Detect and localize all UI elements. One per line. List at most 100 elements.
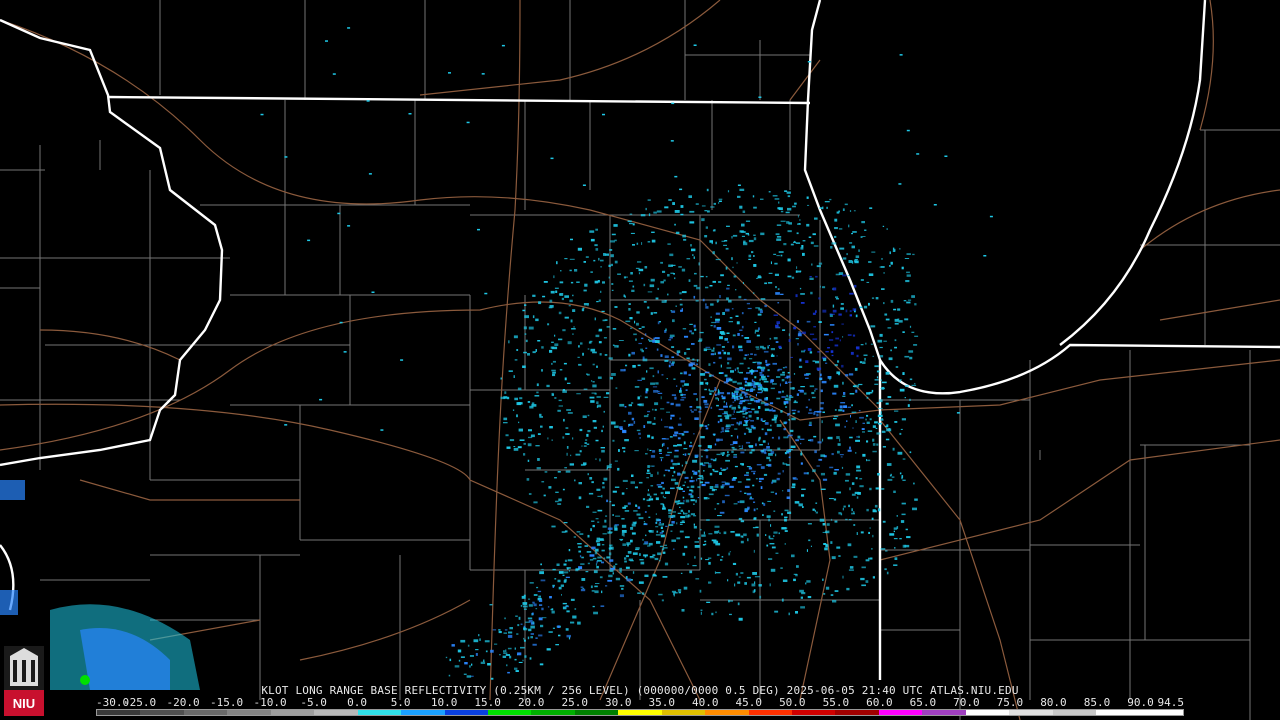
echo-pixel <box>859 416 864 419</box>
echo-pixel <box>594 280 599 284</box>
echo-pixel <box>602 482 605 485</box>
echo-pixel <box>593 570 598 574</box>
echo-pixel <box>577 621 581 625</box>
echo-pixel <box>831 518 833 521</box>
echo-pixel <box>559 369 563 371</box>
echo-pixel <box>729 317 733 319</box>
echo-pixel <box>528 598 531 600</box>
echo-pixel <box>689 330 692 333</box>
echo-pixel <box>775 324 779 328</box>
echo-pixel <box>834 218 838 222</box>
echo-pixel <box>655 526 659 528</box>
echo-pixel <box>678 591 681 594</box>
echo-pixel <box>854 260 859 264</box>
echo-pixel <box>618 340 624 341</box>
colorbar-segment <box>922 710 966 715</box>
echo-pixel <box>760 486 763 489</box>
echo-pixel <box>700 529 702 531</box>
echo-pixel <box>834 409 837 411</box>
echo-pixel <box>794 202 797 205</box>
echo-pixel <box>720 364 722 368</box>
echo-pixel <box>697 340 702 342</box>
echo-pixel <box>842 409 845 412</box>
echo-pixel <box>890 261 893 265</box>
echo-pixel <box>680 516 686 519</box>
echo-pixel <box>848 224 850 228</box>
echo-pixel <box>718 408 724 411</box>
echo-pixel <box>761 369 765 372</box>
echo-pixel <box>899 388 905 392</box>
echo-pixel <box>899 54 903 56</box>
echo-pixel <box>509 439 515 442</box>
echo-pixel <box>621 518 625 520</box>
echo-pixel <box>609 249 613 251</box>
echo-pixel <box>893 527 898 530</box>
echo-pixel <box>911 384 917 386</box>
echo-pixel <box>788 612 790 616</box>
echo-pixel <box>577 543 582 545</box>
echo-pixel <box>784 516 788 518</box>
echo-pixel <box>659 457 664 459</box>
echo-pixel <box>818 458 823 461</box>
echo-pixel <box>842 274 847 277</box>
echo-pixel <box>711 612 714 616</box>
echo-pixel <box>876 370 880 373</box>
echo-pixel <box>583 462 587 465</box>
echo-pixel <box>625 364 628 367</box>
echo-pixel <box>518 428 523 432</box>
echo-pixel <box>752 527 756 529</box>
echo-pixel <box>723 531 727 535</box>
echo-pixel <box>826 206 828 209</box>
echo-pixel <box>611 373 616 376</box>
echo-pixel <box>770 568 776 572</box>
echo-pixel <box>708 533 713 535</box>
echo-pixel <box>754 581 756 584</box>
echo-pixel <box>554 334 556 337</box>
echo-pixel <box>720 467 723 470</box>
echo-pixel <box>688 510 690 513</box>
echo-pixel <box>458 659 461 662</box>
echo-pixel <box>674 482 679 485</box>
echo-pixel <box>770 261 772 265</box>
echo-pixel <box>587 414 590 417</box>
colorbar-label: 60.0 <box>866 696 893 709</box>
echo-pixel <box>692 565 697 567</box>
echo-pixel <box>723 400 725 403</box>
echo-pixel <box>780 410 783 413</box>
echo-pixel <box>611 504 615 507</box>
echo-pixel <box>759 308 763 311</box>
echo-pixel <box>697 478 702 480</box>
echo-pixel <box>680 509 684 512</box>
echo-pixel <box>549 596 552 599</box>
echo-pixel <box>663 497 667 499</box>
echo-pixel <box>850 351 854 355</box>
echo-pixel <box>872 509 876 512</box>
echo-pixel <box>769 543 775 545</box>
echo-pixel <box>563 563 567 566</box>
echo-pixel <box>647 291 653 293</box>
echo-pixel <box>366 100 370 102</box>
echo-pixel <box>544 471 548 473</box>
echo-pixel <box>610 254 614 258</box>
echo-pixel <box>835 423 840 427</box>
echo-pixel <box>723 381 729 384</box>
echo-pixel <box>674 210 680 213</box>
echo-pixel <box>769 337 772 340</box>
echo-pixel <box>742 416 745 418</box>
echo-pixel <box>627 220 632 223</box>
echo-pixel <box>898 320 903 323</box>
echo-pixel <box>666 411 670 413</box>
echo-pixel <box>564 258 568 260</box>
echo-pixel <box>823 333 829 336</box>
colorbar-label: 15.0 <box>474 696 501 709</box>
echo-pixel <box>673 594 675 597</box>
echo-pixel <box>743 533 747 537</box>
echo-pixel <box>893 530 895 533</box>
echo-pixel <box>806 223 810 227</box>
echo-pixel <box>647 410 651 413</box>
echo-pixel <box>726 413 728 416</box>
echo-pixel <box>624 560 627 563</box>
echo-pixel <box>749 498 754 500</box>
echo-pixel <box>690 499 695 502</box>
echo-pixel <box>610 263 613 267</box>
